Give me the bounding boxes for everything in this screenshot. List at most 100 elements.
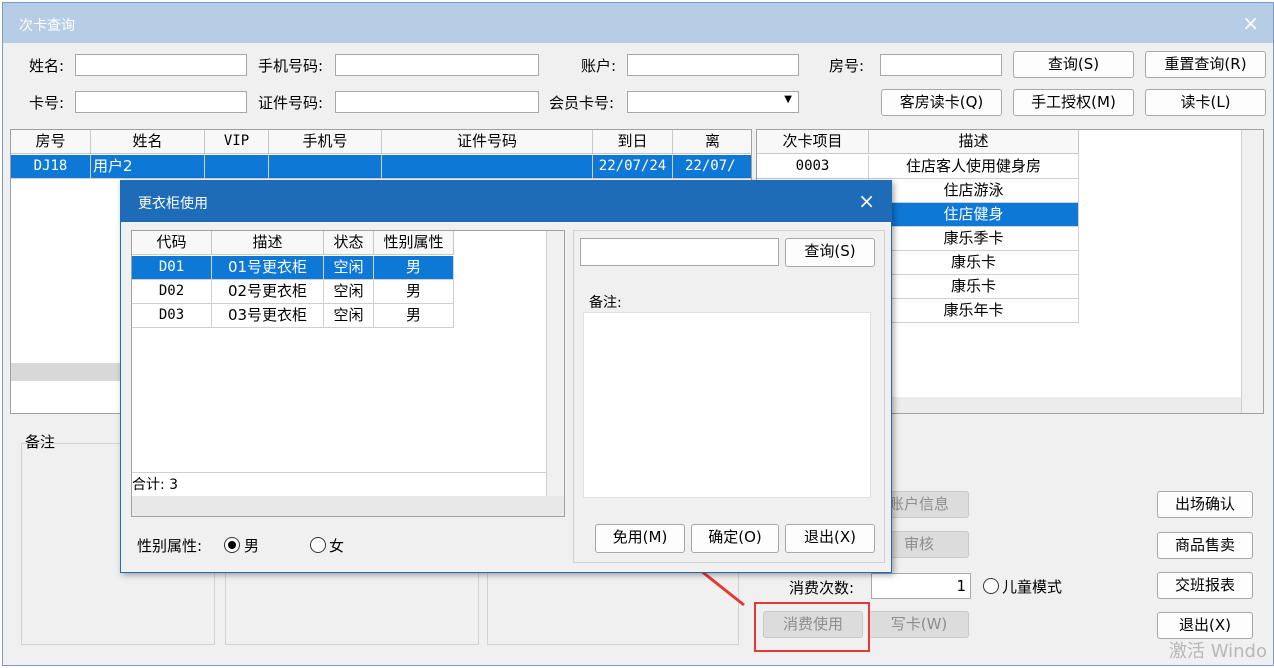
- col-header[interactable]: 手机号: [269, 130, 382, 154]
- write-card-button[interactable]: 写卡(W): [869, 611, 969, 638]
- table-cell: 空闲: [324, 304, 374, 328]
- vertical-scrollbar[interactable]: [1241, 130, 1263, 413]
- locker-query-button[interactable]: 查询(S): [785, 238, 875, 267]
- col-header[interactable]: 状态: [324, 231, 374, 255]
- horizontal-scrollbar[interactable]: [132, 496, 564, 516]
- dialog-close-icon[interactable]: ×: [858, 189, 875, 213]
- locker-table: 代码 描述 状态 性别属性 D01 01号更衣柜 空闲男 D02 02号更衣柜 空闲男 D0…: [131, 230, 565, 517]
- table-cell: D03: [132, 304, 212, 328]
- cell-vip: [205, 155, 269, 179]
- room-label: 房号:: [829, 57, 865, 75]
- reset-query-button[interactable]: 重置查询(R): [1145, 51, 1266, 78]
- total-count: 合计: 3: [132, 472, 546, 496]
- female-label: 女: [329, 537, 345, 555]
- cell-item-code: 0003: [757, 155, 869, 179]
- kid-mode-label: 儿童模式: [1002, 578, 1063, 596]
- table-cell: 02号更衣柜: [212, 280, 324, 304]
- col-header[interactable]: 证件号码: [382, 130, 593, 154]
- account-input[interactable]: [627, 54, 799, 76]
- col-header[interactable]: 次卡项目: [757, 130, 869, 154]
- phone-input[interactable]: [335, 54, 539, 76]
- male-radio[interactable]: [224, 537, 240, 553]
- name-input[interactable]: [75, 54, 247, 76]
- shift-report-button[interactable]: 交班报表: [1157, 572, 1253, 599]
- main-title-bar: 次卡查询 ×: [3, 3, 1273, 43]
- highlight-box: [754, 602, 870, 652]
- cell-item-desc: 康乐卡: [869, 275, 1079, 299]
- table-cell: 男: [374, 256, 454, 280]
- table-cell: 空闲: [324, 280, 374, 304]
- idcard-input[interactable]: [335, 91, 539, 113]
- cell-item-desc: 住店游泳: [869, 179, 1079, 203]
- col-header[interactable]: 描述: [869, 130, 1079, 154]
- phone-label: 手机号码:: [258, 57, 324, 75]
- table-cell: 男: [374, 280, 454, 304]
- cell-phone: [269, 155, 382, 179]
- table-row[interactable]: DJ18 用户2 22/07/24 22/07/: [11, 155, 751, 179]
- account-label: 账户:: [581, 57, 617, 75]
- free-use-button[interactable]: 免用(M): [595, 524, 685, 553]
- table-row[interactable]: D02 02号更衣柜 空闲男: [132, 280, 454, 304]
- main-title: 次卡查询: [19, 18, 75, 34]
- cell-room: DJ18: [11, 155, 91, 179]
- cell-item-desc: 康乐年卡: [869, 299, 1079, 323]
- table-cell: 空闲: [324, 256, 374, 280]
- cell-item-desc: 住店健身: [869, 203, 1079, 227]
- col-header[interactable]: 性别属性: [374, 231, 454, 255]
- table-cell: D01: [132, 256, 212, 280]
- manual-auth-button[interactable]: 手工授权(M): [1013, 89, 1134, 116]
- col-header[interactable]: VIP: [205, 130, 269, 154]
- col-header[interactable]: 姓名: [91, 130, 205, 154]
- table-cell: 01号更衣柜: [212, 256, 324, 280]
- female-radio[interactable]: [310, 537, 326, 553]
- read-card-button[interactable]: 读卡(L): [1145, 89, 1266, 116]
- col-header[interactable]: 到日: [593, 130, 673, 154]
- name-label: 姓名:: [29, 57, 65, 75]
- remark-textarea[interactable]: [583, 312, 871, 498]
- consume-count-input[interactable]: 1: [871, 573, 971, 599]
- exit-confirm-button[interactable]: 出场确认: [1157, 491, 1253, 518]
- room-read-card-button[interactable]: 客房读卡(Q): [881, 89, 1002, 116]
- kid-mode-radio[interactable]: [983, 578, 999, 594]
- table-cell: D02: [132, 280, 212, 304]
- vertical-scrollbar[interactable]: [546, 231, 564, 496]
- member-card-select[interactable]: ▼: [627, 91, 799, 113]
- cell-depart: 22/07/: [673, 155, 751, 179]
- cell-item-desc: 康乐季卡: [869, 227, 1079, 251]
- confirm-button[interactable]: 确定(O): [691, 524, 779, 553]
- dialog-title-bar: 更衣柜使用 ×: [121, 181, 891, 222]
- card-input[interactable]: [75, 91, 247, 113]
- dialog-exit-button[interactable]: 退出(X): [785, 524, 875, 553]
- dialog-title: 更衣柜使用: [138, 196, 208, 212]
- col-header[interactable]: 房号: [11, 130, 91, 154]
- male-label: 男: [244, 537, 260, 555]
- table-row[interactable]: D03 03号更衣柜 空闲男: [132, 304, 454, 328]
- cell-name: 用户2: [91, 155, 205, 179]
- cell-item-desc: 康乐卡: [869, 251, 1079, 275]
- cell-item-desc: 住店客人使用健身房: [869, 155, 1079, 179]
- card-label: 卡号:: [29, 94, 65, 112]
- locker-dialog: 更衣柜使用 × 代码 描述 状态 性别属性 D01 01号更衣柜 空闲男 D02 02号…: [120, 180, 892, 573]
- dropdown-arrow-icon: ▼: [784, 94, 792, 105]
- activation-watermark: 激活 Windo: [1169, 641, 1267, 662]
- cell-arrive: 22/07/24: [593, 155, 673, 179]
- member-card-label: 会员卡号:: [549, 94, 615, 112]
- col-header[interactable]: 描述: [212, 231, 324, 255]
- idcard-label: 证件号码:: [258, 94, 324, 112]
- table-row[interactable]: D01 01号更衣柜 空闲男: [132, 256, 454, 280]
- consume-count-label: 消费次数:: [789, 579, 855, 597]
- exit-button[interactable]: 退出(X): [1157, 612, 1253, 639]
- dialog-remark-label: 备注:: [589, 295, 622, 311]
- table-row[interactable]: 0003 住店客人使用健身房: [757, 155, 1079, 179]
- table-cell: 03号更衣柜: [212, 304, 324, 328]
- room-input[interactable]: [880, 54, 1002, 76]
- query-button[interactable]: 查询(S): [1013, 51, 1134, 78]
- col-header[interactable]: 代码: [132, 231, 212, 255]
- gender-label: 性别属性:: [137, 537, 203, 555]
- table-cell: 男: [374, 304, 454, 328]
- goods-sale-button[interactable]: 商品售卖: [1157, 532, 1253, 559]
- col-header[interactable]: 离: [673, 130, 751, 154]
- cell-id: [382, 155, 593, 179]
- locker-search-input[interactable]: [580, 238, 779, 266]
- close-icon[interactable]: ×: [1242, 11, 1259, 35]
